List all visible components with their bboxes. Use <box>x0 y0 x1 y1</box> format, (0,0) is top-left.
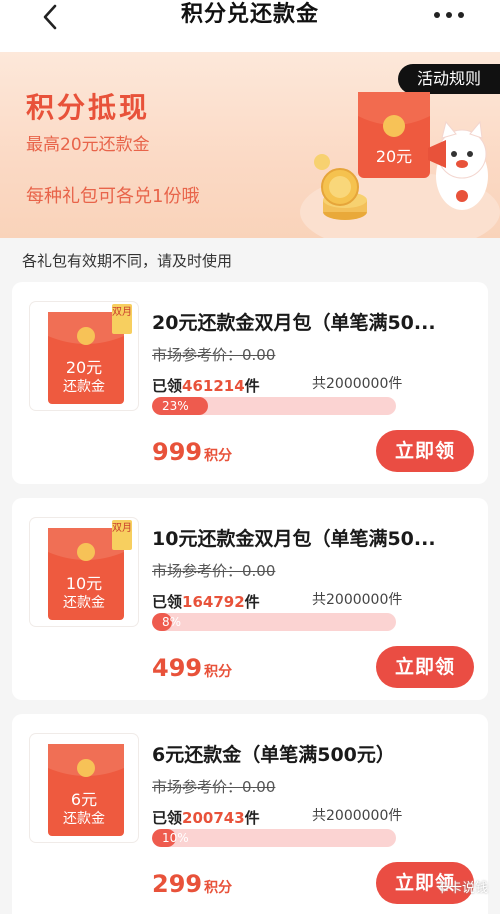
market-price: 市场参考价：0.00 <box>152 778 276 796</box>
page-title: 积分兑还款金 <box>180 2 319 27</box>
top-bar: 积分兑还款金 <box>0 0 500 52</box>
total-stock: 共2000000件 <box>312 592 403 608</box>
market-price: 市场参考价：0.00 <box>152 562 276 580</box>
thumbnail-amount: 6元 <box>70 790 98 809</box>
thumbnail-amount: 10元 <box>65 574 103 593</box>
claim-now-button[interactable]: 立即领 <box>376 430 474 472</box>
activity-rules-button[interactable]: 活动规则 <box>398 64 500 94</box>
product-card: 6元 还款金 6元还款金（单笔满500元） 市场参考价：0.00 已领20074… <box>12 714 488 914</box>
points-price: 299 积分 <box>152 870 233 898</box>
points-price: 999 积分 <box>152 438 233 466</box>
product-card: 双月 10元 还款金 10元还款金双月包（单笔满50... 市场参考价：0.00… <box>12 498 488 700</box>
red-envelope-icon: 20元 <box>358 92 430 178</box>
progress-percent: 8% <box>162 615 182 629</box>
points-price: 499 积分 <box>152 654 233 682</box>
thumbnail-amount: 20元 <box>65 358 103 377</box>
progress-percent: 23% <box>162 399 189 413</box>
product-thumbnail: 6元 还款金 <box>30 734 138 842</box>
double-month-badge: 双月 <box>112 304 132 334</box>
banner-title: 积分抵现 <box>26 91 151 124</box>
claimed-count: 已领200743件 <box>152 809 260 827</box>
total-stock: 共2000000件 <box>312 808 403 824</box>
claim-progress-bar: 10% <box>152 829 396 847</box>
thumbnail-label: 还款金 <box>63 595 105 611</box>
progress-percent: 10% <box>162 831 189 845</box>
thumbnail-label: 还款金 <box>63 379 105 395</box>
market-price: 市场参考价：0.00 <box>152 346 276 364</box>
claimed-count: 已领164792件 <box>152 593 260 611</box>
product-title[interactable]: 20元还款金双月包（单笔满50... <box>152 308 472 335</box>
product-thumbnail: 双月 10元 还款金 <box>30 518 138 626</box>
claim-progress-bar: 23% <box>152 397 396 415</box>
claim-now-button[interactable]: 立即领 <box>376 646 474 688</box>
claim-progress-bar: 8% <box>152 613 396 631</box>
thumbnail-label: 还款金 <box>63 811 105 827</box>
watermark: 卡卡说钱 <box>435 881 488 896</box>
product-card: 双月 20元 还款金 20元还款金双月包（单笔满50... 市场参考价：0.00… <box>12 282 488 484</box>
double-month-badge: 双月 <box>112 520 132 550</box>
product-thumbnail: 双月 20元 还款金 <box>30 302 138 410</box>
product-title[interactable]: 6元还款金（单笔满500元） <box>152 740 472 767</box>
product-title[interactable]: 10元还款金双月包（单笔满50... <box>152 524 472 551</box>
banner-illustration: 20元 <box>300 92 500 238</box>
promo-banner: 积分抵现 最高20元还款金 每种礼包可各兑1份哦 活动规则 20元 <box>0 52 500 238</box>
validity-hint: 各礼包有效期不同，请及时使用 <box>22 252 233 270</box>
banner-note: 每种礼包可各兑1份哦 <box>26 186 200 207</box>
total-stock: 共2000000件 <box>312 376 403 392</box>
banner-subtitle: 最高20元还款金 <box>26 135 150 155</box>
claimed-count: 已领461214件 <box>152 377 260 395</box>
more-options-icon[interactable] <box>432 4 466 26</box>
svg-text:20元: 20元 <box>376 147 412 166</box>
